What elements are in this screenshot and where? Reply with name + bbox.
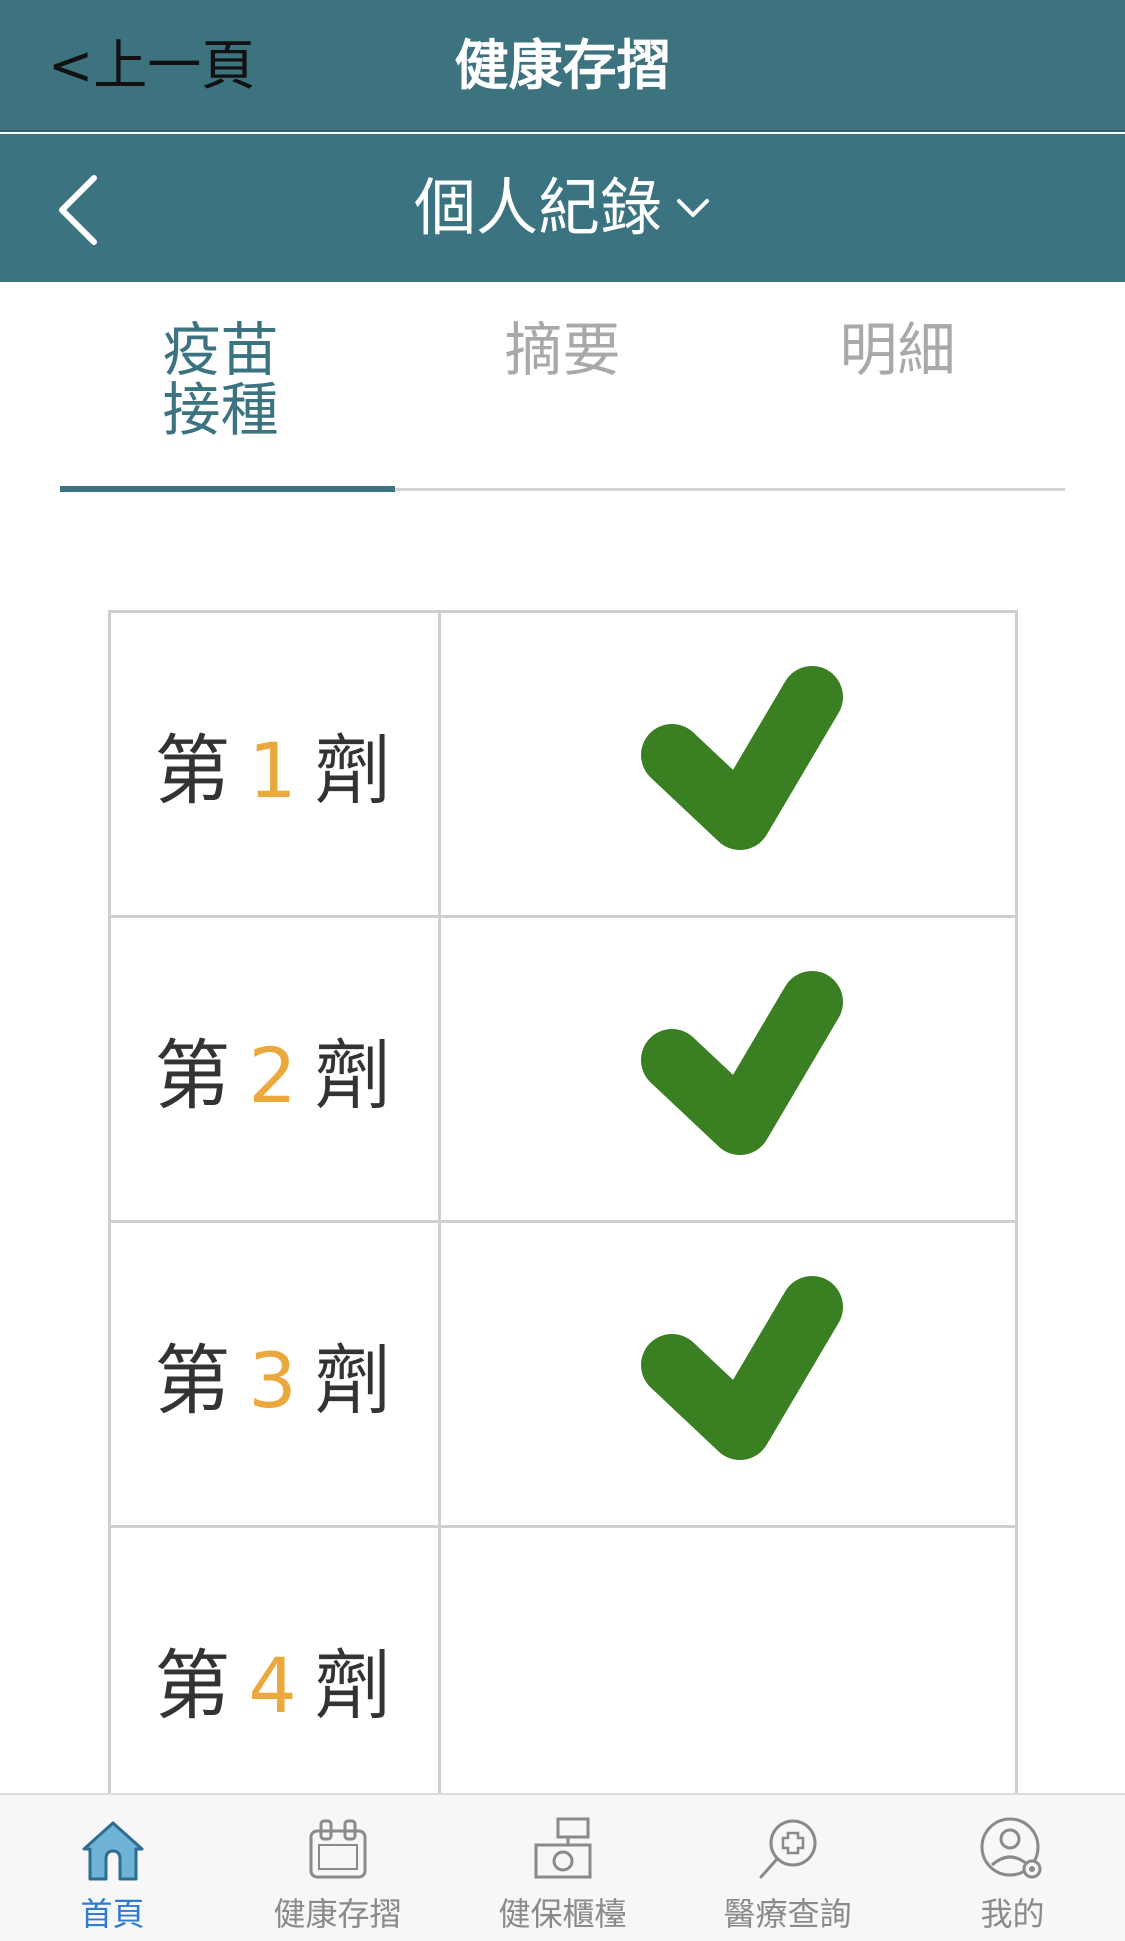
dose-prefix: 第 xyxy=(154,726,235,815)
dose-status-cell xyxy=(444,1528,1015,1830)
dose-label-cell: 第2劑 xyxy=(111,918,441,1220)
nav-home-label: 首頁 xyxy=(80,1895,145,1933)
tab-detail[interactable]: 明細 xyxy=(730,300,1065,492)
dose-suffix: 劑 xyxy=(314,1641,395,1730)
app-title: 健康存摺 xyxy=(454,34,671,97)
dose-suffix: 劑 xyxy=(314,726,395,815)
home-icon xyxy=(82,1821,144,1881)
dose-number: 3 xyxy=(248,1336,301,1425)
nav-medical-search-label: 醫療查詢 xyxy=(723,1895,852,1933)
record-type-dropdown[interactable]: 個人紀錄 xyxy=(0,170,1125,246)
dose-row: 第2劑 xyxy=(111,918,1015,1223)
check-icon xyxy=(641,1276,843,1460)
dose-label-cell: 第4劑 xyxy=(111,1528,441,1830)
dose-label-cell: 第1劑 xyxy=(111,613,441,915)
top-header: <上一頁 健康存摺 xyxy=(0,0,1125,132)
dose-status-cell xyxy=(444,918,1015,1220)
sub-title: 個人紀錄 xyxy=(413,171,662,244)
bottom-nav: 首頁 健康存摺 健保櫃檯 醫療查詢 我的 xyxy=(0,1793,1125,1941)
profile-settings-icon xyxy=(980,1817,1042,1879)
nhi-counter-icon xyxy=(534,1817,592,1879)
dose-prefix: 第 xyxy=(154,1641,235,1730)
dose-status-cell xyxy=(444,1223,1015,1525)
dose-label: 第4劑 xyxy=(154,1624,394,1734)
dose-number: 2 xyxy=(248,1031,301,1120)
nav-profile[interactable]: 我的 xyxy=(900,1795,1125,1941)
dose-number: 4 xyxy=(248,1641,301,1730)
active-tab-indicator xyxy=(60,486,395,492)
health-passbook-icon xyxy=(309,1819,367,1879)
nav-medical-search[interactable]: 醫療查詢 xyxy=(675,1795,900,1941)
check-icon xyxy=(641,971,843,1155)
nav-nhi-counter-label: 健保櫃檯 xyxy=(498,1895,627,1933)
dose-suffix: 劑 xyxy=(314,1336,395,1425)
dose-prefix: 第 xyxy=(154,1336,235,1425)
nav-health-passbook-label: 健康存摺 xyxy=(273,1895,402,1933)
dose-table: 第1劑 第2劑 第3劑 第4劑 xyxy=(108,610,1018,1833)
tab-vaccination[interactable]: 疫苗接種 xyxy=(60,300,395,492)
dose-row: 第1劑 xyxy=(111,613,1015,918)
dose-number: 1 xyxy=(248,726,301,815)
tab-summary[interactable]: 摘要 xyxy=(395,300,730,492)
dose-label: 第1劑 xyxy=(154,709,394,819)
dose-label-cell: 第3劑 xyxy=(111,1223,441,1525)
dose-status-cell xyxy=(444,613,1015,915)
nav-profile-label: 我的 xyxy=(980,1895,1045,1933)
tab-vaccination-label: 疫苗接種 xyxy=(162,316,279,444)
record-tabs: 疫苗接種 摘要 明細 xyxy=(60,300,1065,494)
dose-prefix: 第 xyxy=(154,1031,235,1120)
sub-header: 個人紀錄 xyxy=(0,134,1125,282)
dose-row: 第3劑 xyxy=(111,1223,1015,1528)
check-icon xyxy=(641,666,843,850)
nav-nhi-counter[interactable]: 健保櫃檯 xyxy=(450,1795,675,1941)
dose-suffix: 劑 xyxy=(314,1031,395,1120)
medical-search-icon xyxy=(759,1819,817,1879)
nav-health-passbook[interactable]: 健康存摺 xyxy=(225,1795,450,1941)
nav-home[interactable]: 首頁 xyxy=(0,1795,225,1941)
dose-row: 第4劑 xyxy=(111,1528,1015,1833)
dose-label: 第2劑 xyxy=(154,1014,394,1124)
dose-label: 第3劑 xyxy=(154,1319,394,1429)
chevron-down-icon xyxy=(677,199,710,217)
